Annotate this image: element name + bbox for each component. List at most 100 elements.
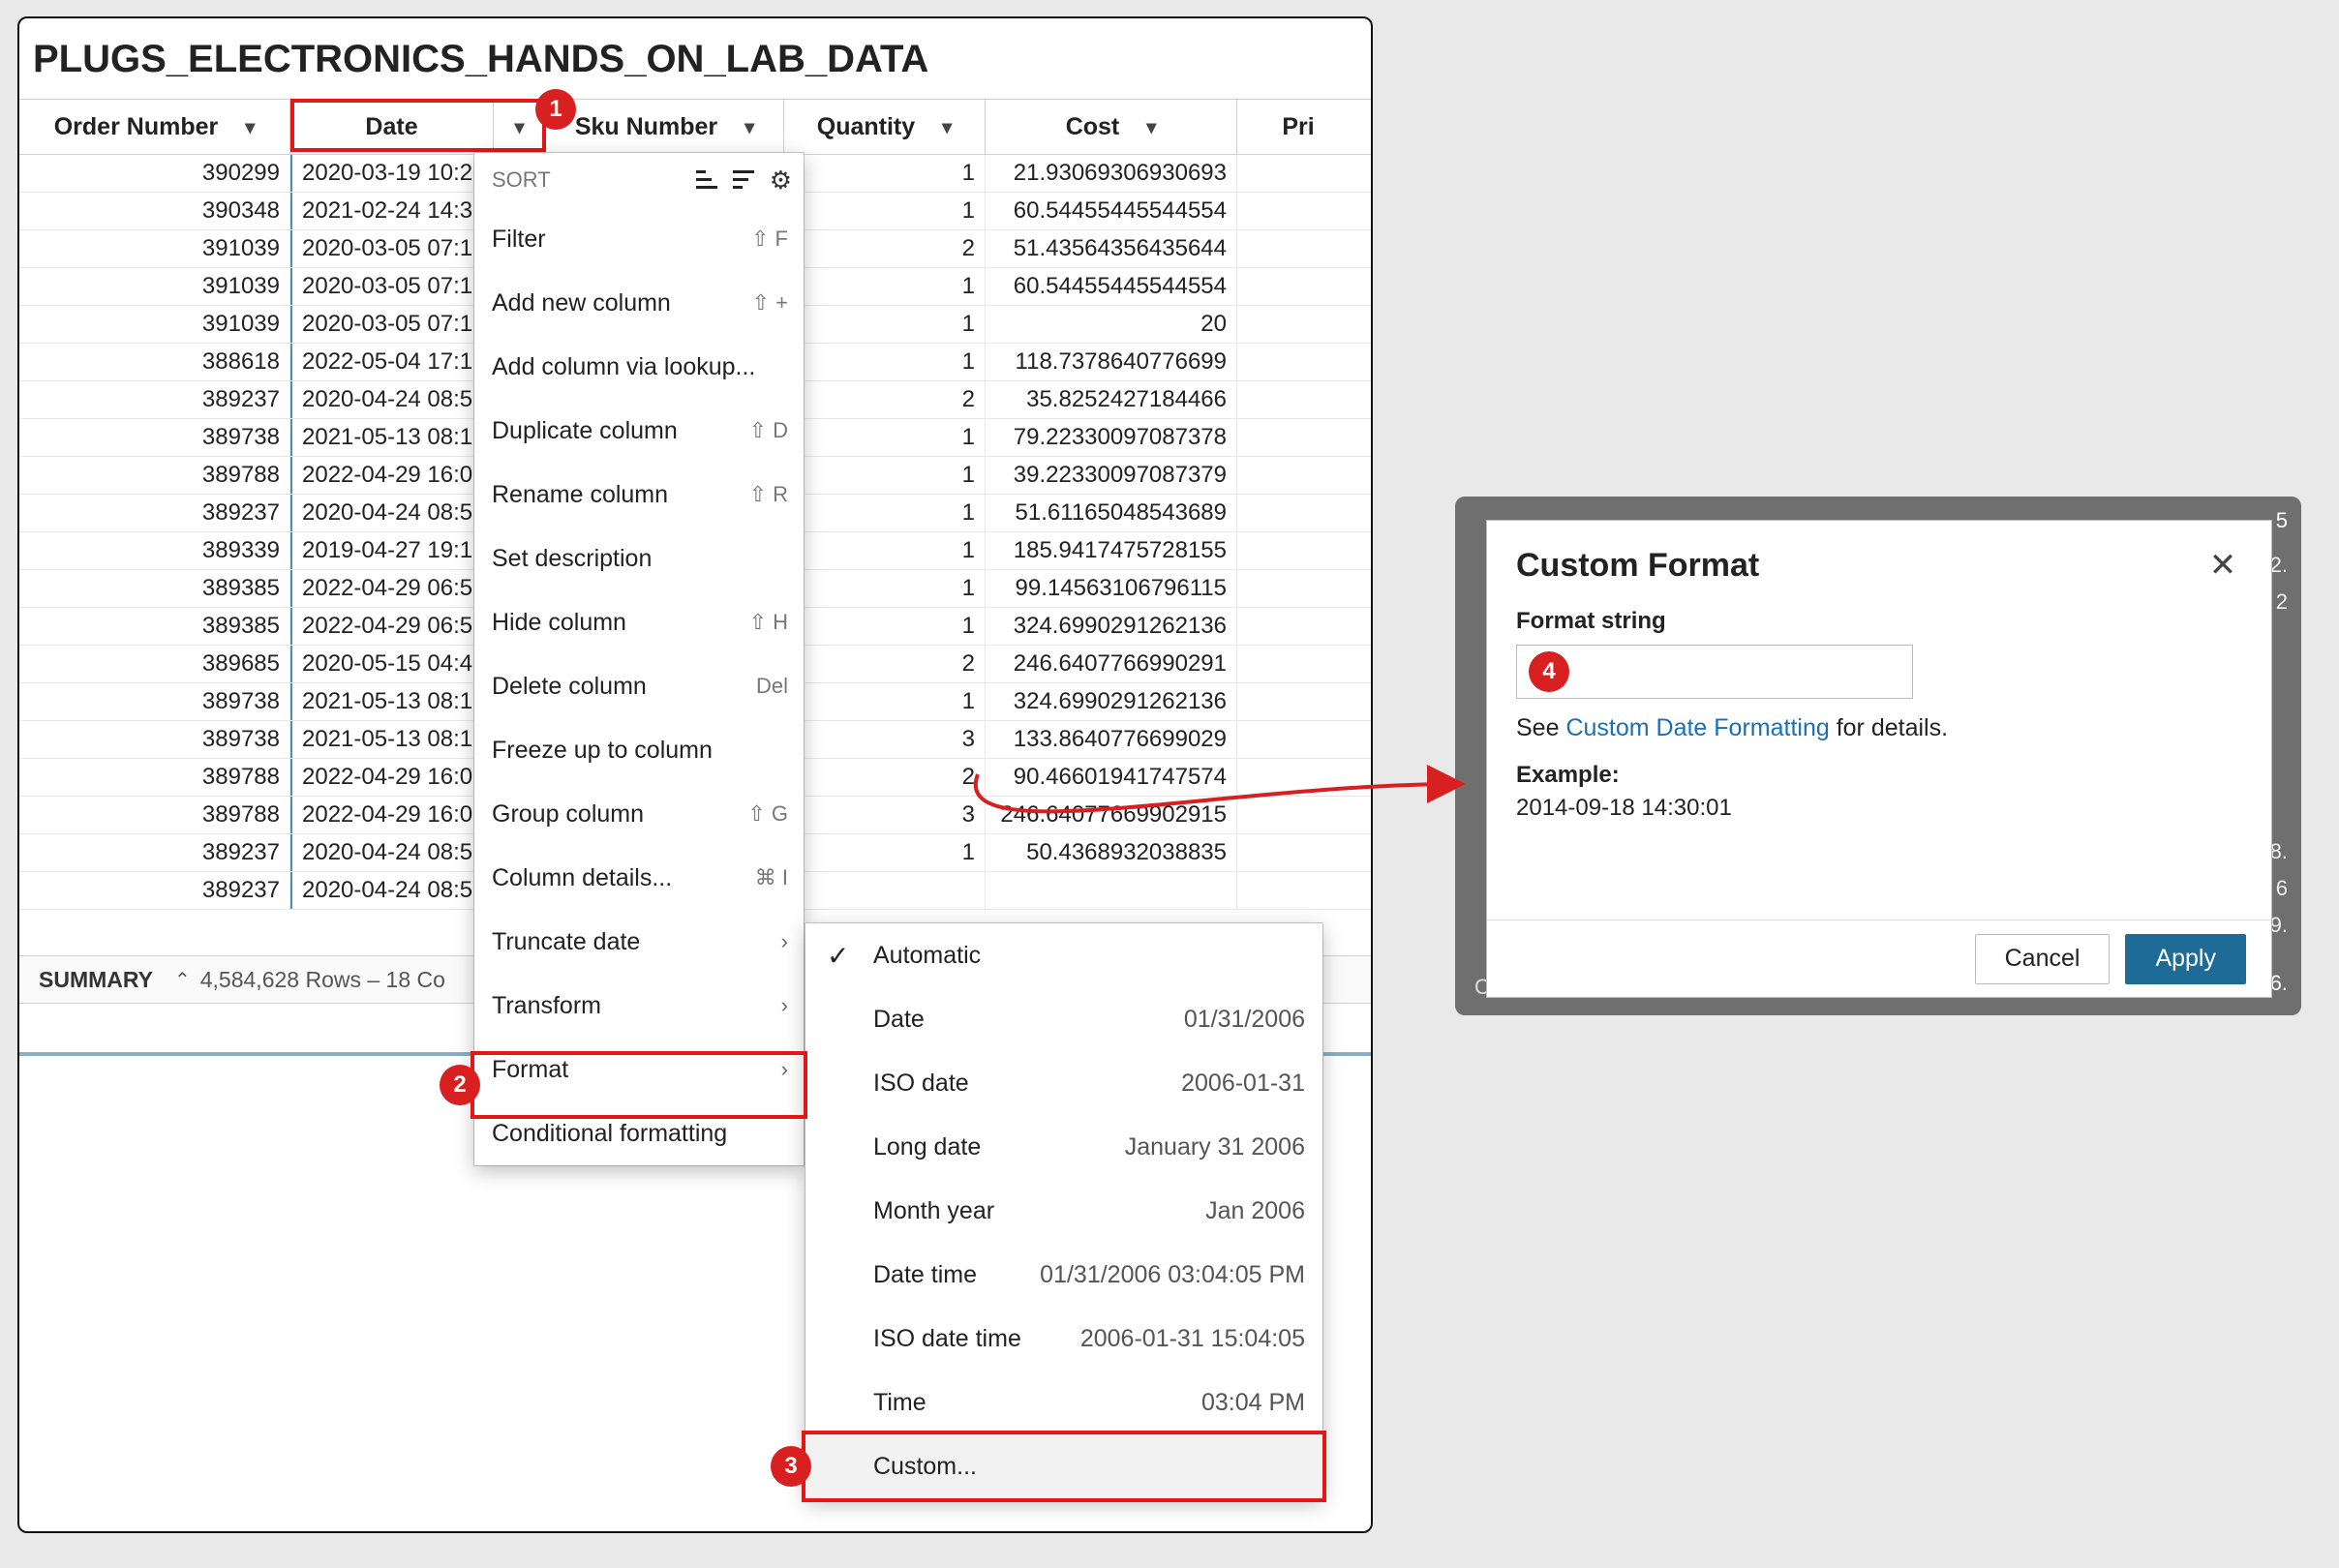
summary-label: SUMMARY bbox=[39, 967, 153, 993]
chevron-down-icon[interactable]: ▾ bbox=[942, 115, 952, 139]
cell-order: 389788 bbox=[19, 759, 290, 796]
gear-icon[interactable]: ⚙ bbox=[770, 166, 792, 196]
callout-4: 4 bbox=[1529, 651, 1569, 692]
close-icon[interactable]: ✕ bbox=[2203, 546, 2242, 585]
submenu-date[interactable]: Date 01/31/2006 bbox=[805, 987, 1322, 1051]
cell-cost: 79.22330097087378 bbox=[986, 419, 1237, 456]
menu-filter[interactable]: Filter ⇧ F bbox=[474, 207, 804, 271]
col-price-label: Pri bbox=[1282, 113, 1314, 141]
cell-price bbox=[1237, 344, 1359, 380]
menu-format[interactable]: Format › bbox=[474, 1038, 804, 1101]
cell-order: 391039 bbox=[19, 306, 290, 343]
cell-qty bbox=[784, 872, 986, 909]
chevron-down-icon[interactable]: ▾ bbox=[514, 115, 524, 139]
submenu-automatic-label: Automatic bbox=[873, 942, 981, 970]
cell-qty: 1 bbox=[784, 608, 986, 645]
submenu-custom[interactable]: Custom... bbox=[805, 1434, 1322, 1498]
menu-transform[interactable]: Transform › bbox=[474, 974, 804, 1038]
menu-freeze[interactable]: Freeze up to column bbox=[474, 718, 804, 782]
cell-date: 2020-03-05 07:15 bbox=[290, 230, 494, 267]
submenu-long-date[interactable]: Long date January 31 2006 bbox=[805, 1115, 1322, 1179]
cell-qty: 1 bbox=[784, 834, 986, 871]
col-price[interactable]: Pri bbox=[1237, 100, 1359, 154]
menu-duplicate[interactable]: Duplicate column ⇧ D bbox=[474, 399, 804, 463]
chevron-up-icon[interactable]: ⌃ bbox=[174, 968, 191, 992]
menu-transform-label: Transform bbox=[492, 992, 601, 1020]
menu-set-description[interactable]: Set description bbox=[474, 527, 804, 590]
cell-price bbox=[1237, 495, 1359, 531]
col-cost[interactable]: Cost ▾ bbox=[986, 100, 1237, 154]
cell-date: 2020-05-15 04:48 bbox=[290, 646, 494, 682]
submenu-month-example: Jan 2006 bbox=[1205, 1197, 1305, 1225]
cell-qty: 1 bbox=[784, 683, 986, 720]
cancel-button[interactable]: Cancel bbox=[1975, 934, 2111, 984]
submenu-dt-example: 01/31/2006 03:04:05 PM bbox=[1040, 1261, 1305, 1289]
menu-details[interactable]: Column details... ⌘ I bbox=[474, 846, 804, 910]
cell-price bbox=[1237, 797, 1359, 833]
cell-qty: 2 bbox=[784, 759, 986, 796]
cell-price bbox=[1237, 419, 1359, 456]
docs-link[interactable]: Custom Date Formatting bbox=[1565, 714, 1829, 741]
cell-cost: 133.8640776699029 bbox=[986, 721, 1237, 758]
submenu-date-time[interactable]: Date time 01/31/2006 03:04:05 PM bbox=[805, 1243, 1322, 1307]
submenu-month-year[interactable]: Month year Jan 2006 bbox=[805, 1179, 1322, 1243]
menu-delete[interactable]: Delete column Del bbox=[474, 654, 804, 718]
menu-set-description-label: Set description bbox=[492, 545, 652, 573]
cell-order: 390348 bbox=[19, 193, 290, 229]
cell-order: 389685 bbox=[19, 646, 290, 682]
dialog-hint: See Custom Date Formatting for details. bbox=[1516, 714, 2242, 742]
cell-cost: 324.6990291262136 bbox=[986, 608, 1237, 645]
kb-shortcut: ⇧ F bbox=[751, 226, 788, 252]
col-date[interactable]: Date bbox=[290, 100, 494, 154]
sort-desc-icon[interactable] bbox=[733, 168, 756, 192]
cell-cost: 246.64077669902915 bbox=[986, 797, 1237, 833]
chevron-down-icon[interactable]: ▾ bbox=[744, 115, 754, 139]
cell-price bbox=[1237, 872, 1359, 909]
cell-order: 389237 bbox=[19, 381, 290, 418]
submenu-automatic[interactable]: ✓ Automatic bbox=[805, 923, 1322, 987]
menu-group-label: Group column bbox=[492, 800, 644, 829]
chevron-down-icon[interactable]: ▾ bbox=[245, 115, 255, 139]
cell-price bbox=[1237, 230, 1359, 267]
menu-truncate-date[interactable]: Truncate date › bbox=[474, 910, 804, 974]
cell-price bbox=[1237, 608, 1359, 645]
sort-asc-icon[interactable] bbox=[696, 168, 719, 192]
menu-add-column[interactable]: Add new column ⇧ + bbox=[474, 271, 804, 335]
chevron-down-icon[interactable]: ▾ bbox=[1146, 115, 1156, 139]
cell-date: 2020-04-24 08:59 bbox=[290, 872, 494, 909]
sort-label: SORT bbox=[492, 167, 551, 193]
col-quantity[interactable]: Quantity ▾ bbox=[784, 100, 986, 154]
check-icon: ✓ bbox=[827, 940, 849, 972]
backdrop-text: 2. 2 8. 6 9. bbox=[2270, 547, 2288, 944]
cell-price bbox=[1237, 155, 1359, 192]
submenu-time-example: 03:04 PM bbox=[1201, 1389, 1305, 1417]
cell-price bbox=[1237, 381, 1359, 418]
kb-shortcut: ⇧ G bbox=[747, 801, 788, 827]
menu-conditional-label: Conditional formatting bbox=[492, 1120, 727, 1148]
menu-group[interactable]: Group column ⇧ G bbox=[474, 782, 804, 846]
cell-order: 389788 bbox=[19, 797, 290, 833]
menu-rename[interactable]: Rename column ⇧ R bbox=[474, 463, 804, 527]
col-order-label: Order Number bbox=[54, 113, 218, 141]
cell-qty: 1 bbox=[784, 419, 986, 456]
cell-date: 2022-05-04 17:10 bbox=[290, 344, 494, 380]
kb-shortcut: Del bbox=[756, 674, 788, 699]
cell-cost: 60.54455445544554 bbox=[986, 193, 1237, 229]
submenu-time[interactable]: Time 03:04 PM bbox=[805, 1371, 1322, 1434]
col-sku[interactable]: Sku Number ▾ bbox=[546, 100, 784, 154]
cell-qty: 3 bbox=[784, 721, 986, 758]
menu-format-label: Format bbox=[492, 1056, 568, 1084]
kb-shortcut: ⇧ + bbox=[752, 290, 788, 316]
cell-qty: 1 bbox=[784, 344, 986, 380]
menu-add-lookup[interactable]: Add column via lookup... bbox=[474, 335, 804, 399]
callout-3: 3 bbox=[771, 1446, 811, 1487]
menu-hide[interactable]: Hide column ⇧ H bbox=[474, 590, 804, 654]
submenu-iso-date-time[interactable]: ISO date time 2006-01-31 15:04:05 bbox=[805, 1307, 1322, 1371]
menu-conditional-formatting[interactable]: Conditional formatting bbox=[474, 1101, 804, 1165]
cell-qty: 1 bbox=[784, 306, 986, 343]
col-order-number[interactable]: Order Number ▾ bbox=[19, 100, 290, 154]
submenu-iso-label: ISO date bbox=[873, 1070, 969, 1098]
apply-button[interactable]: Apply bbox=[2125, 934, 2246, 984]
submenu-iso-date[interactable]: ISO date 2006-01-31 bbox=[805, 1051, 1322, 1115]
format-string-input[interactable]: 4 bbox=[1516, 645, 1913, 699]
